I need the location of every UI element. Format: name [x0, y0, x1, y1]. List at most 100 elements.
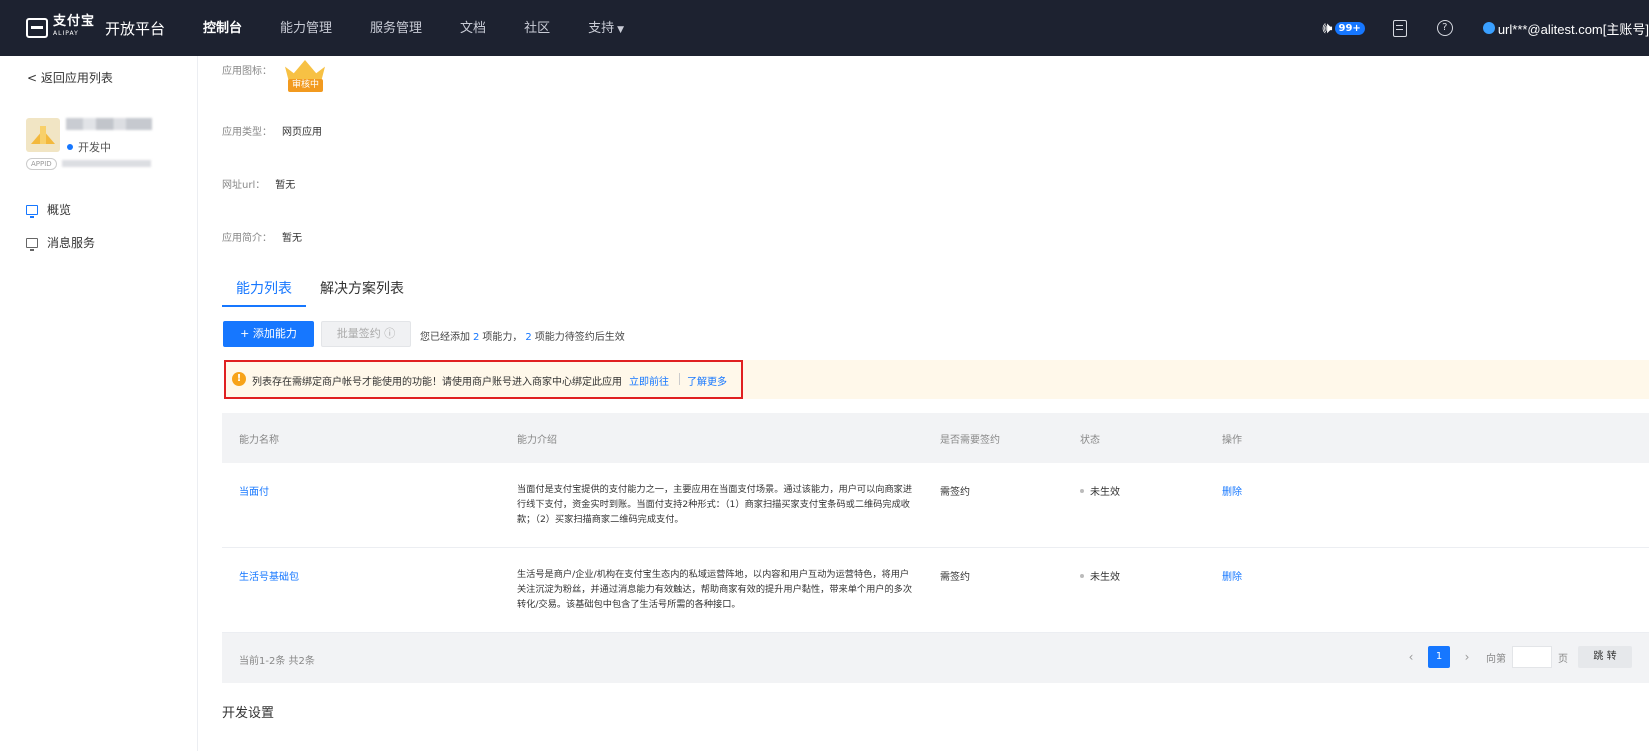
column-header: 是否需要签约 — [940, 435, 1000, 446]
monitor-icon — [26, 204, 38, 218]
back-to-app-list[interactable]: < 返回应用列表 — [27, 69, 113, 86]
alipay-logo-icon — [26, 18, 48, 38]
warning-icon: ! — [232, 372, 246, 386]
appid-redacted — [62, 160, 151, 167]
table-row: 生活号基础包 生活号是商户/企业/机构在支付宝生态内的私域运营阵地，以内容和用户… — [222, 548, 1649, 633]
app-status: 开发中 — [67, 139, 111, 155]
review-status-tag: 审核中 — [288, 79, 323, 92]
tab-capability-list[interactable]: 能力列表 — [222, 278, 306, 307]
table-header: 能力名称 能力介绍 是否需要签约 状态 操作 — [222, 413, 1649, 463]
page-1-button[interactable]: 1 — [1428, 646, 1450, 668]
page-number-input[interactable] — [1512, 646, 1552, 668]
sign-required: 需签约 — [940, 572, 970, 583]
section-title: 开发设置 — [222, 706, 275, 721]
monitor-icon — [26, 237, 38, 251]
status-dot-icon — [1080, 574, 1084, 578]
intro-field: 应用简介： 暂无 — [222, 229, 302, 244]
speaker-icon: 🕪 — [1322, 18, 1333, 37]
notification-badge: 99+ — [1334, 21, 1365, 35]
sidebar-item-overview[interactable]: 概览 — [26, 201, 71, 218]
sidebar: < 返回应用列表 开发中 APPID 概览 消息服务 — [0, 56, 198, 751]
notice-text: 列表存在需绑定商户帐号才能使用的功能！请使用商户账号进入商家中心绑定此应用 — [252, 377, 622, 388]
sidebar-item-label: 消息服务 — [47, 236, 96, 250]
top-navbar: 支付宝 ALIPAY 开放平台 控制台 能力管理 服务管理 文档 社区 支持 ▼ … — [0, 0, 1649, 56]
user-account[interactable]: url***@alitest.com[主账号] — [1498, 19, 1649, 38]
alipay-logo[interactable]: 支付宝 ALIPAY 开放平台 — [26, 14, 166, 40]
prev-page-icon[interactable]: ‹ — [1402, 650, 1420, 664]
table-footer: 当前1-2条 共2条 ‹ 1 › 向第 页 跳 转 — [222, 633, 1649, 683]
app-type-value: 网页应用 — [282, 127, 322, 138]
sidebar-item-message-service[interactable]: 消息服务 — [26, 234, 95, 251]
status-text: 未生效 — [1090, 572, 1120, 583]
notice-banner: ! 列表存在需绑定商户帐号才能使用的功能！请使用商户账号进入商家中心绑定此应用 … — [224, 360, 1649, 399]
summary-count-pending: 2 — [525, 332, 532, 343]
app-status-text: 开发中 — [78, 141, 111, 154]
nav-support-label: 支持 — [588, 21, 615, 36]
app-name-redacted — [66, 118, 152, 130]
app-icon-field: 应用图标： — [222, 62, 272, 77]
notification-button[interactable]: 🕪 99+ — [1322, 18, 1365, 38]
app-icon-label: 应用图标： — [222, 66, 272, 77]
app-avatar — [26, 118, 60, 152]
column-header: 能力介绍 — [517, 435, 557, 446]
url-field: 网址url： 暂无 — [222, 176, 295, 191]
nav-capability[interactable]: 能力管理 — [261, 0, 351, 56]
capability-name-link[interactable]: 当面付 — [239, 483, 269, 498]
app-type-field: 应用类型： 网页应用 — [222, 123, 322, 138]
main-nav: 控制台 能力管理 服务管理 文档 社区 支持 ▼ — [190, 0, 643, 56]
batch-sign-button[interactable]: 批量签约 ⓘ — [321, 321, 411, 347]
next-page-icon[interactable]: › — [1458, 650, 1476, 664]
learn-more-link[interactable]: 了解更多 — [687, 373, 727, 388]
capability-name-link[interactable]: 生活号基础包 — [239, 568, 299, 583]
user-avatar-icon[interactable] — [1482, 22, 1495, 34]
add-capability-button[interactable]: + 添加能力 — [223, 321, 314, 347]
sidebar-item-label: 概览 — [47, 203, 72, 217]
url-label: 网址url： — [222, 180, 266, 191]
table-row: 当面付 当面付是支付宝提供的支付能力之一，主要应用在当面支付场景。通过该能力，用… — [222, 463, 1649, 548]
caret-down-icon: ▼ — [617, 25, 625, 35]
summary-count-added: 2 — [473, 332, 480, 343]
status-text: 未生效 — [1090, 487, 1120, 498]
capability-description: 当面付是支付宝提供的支付能力之一，主要应用在当面支付场景。通过该能力，用户可以向… — [517, 484, 913, 525]
summary-text: 您已经添加 — [420, 332, 470, 343]
nav-docs[interactable]: 文档 — [441, 0, 505, 56]
delete-link[interactable]: 删除 — [1222, 483, 1242, 498]
divider — [679, 373, 680, 385]
nav-service[interactable]: 服务管理 — [351, 0, 441, 56]
document-icon[interactable] — [1392, 19, 1407, 37]
delete-link[interactable]: 删除 — [1222, 568, 1242, 583]
goto-suffix: 页 — [1558, 653, 1568, 665]
capability-table: 能力名称 能力介绍 是否需要签约 状态 操作 当面付 当面付是支付宝提供的支付能… — [222, 413, 1649, 683]
tab-solution-list[interactable]: 解决方案列表 — [306, 278, 418, 307]
main-content: 应用图标： 审核中 应用类型： 网页应用 网址url： 暂无 应用简介： 暂无 能力列… — [198, 56, 1649, 751]
sign-required: 需签约 — [940, 487, 970, 498]
summary-text: 项能力， — [482, 332, 523, 343]
intro-label: 应用简介： — [222, 233, 272, 244]
summary-text: 项能力待签约后生效 — [534, 332, 625, 343]
help-icon[interactable]: ? — [1436, 20, 1453, 36]
goto-label: 向第 — [1486, 653, 1506, 665]
logo-sub: ALIPAY — [53, 30, 79, 37]
platform-name: 开放平台 — [105, 19, 166, 38]
status-dot-icon — [67, 144, 73, 150]
total-count: 当前1-2条 共2条 — [239, 656, 315, 667]
url-value: 暂无 — [275, 180, 296, 191]
appid-tag: APPID — [26, 158, 57, 170]
app-icon: 审核中 — [283, 56, 327, 94]
tabs: 能力列表 解决方案列表 — [222, 278, 418, 307]
column-header: 操作 — [1222, 435, 1242, 446]
goto-button[interactable]: 跳 转 — [1578, 646, 1632, 668]
column-header: 能力名称 — [239, 435, 279, 446]
capability-status: 未生效 — [1080, 483, 1120, 498]
go-now-link[interactable]: 立即前往 — [629, 373, 669, 388]
logo-text: 支付宝 — [53, 14, 96, 29]
app-type-label: 应用类型： — [222, 127, 272, 138]
nav-console[interactable]: 控制台 — [190, 0, 261, 56]
intro-value: 暂无 — [282, 233, 302, 244]
nav-support[interactable]: 支持 ▼ — [569, 0, 643, 56]
pagination: ‹ 1 › 向第 页 跳 转 — [1402, 646, 1632, 668]
capability-summary: 您已经添加 2 项能力， 2 项能力待签约后生效 — [420, 328, 625, 343]
capability-description: 生活号是商户/企业/机构在支付宝生态内的私域运营阵地，以内容和用户互动为运营特色… — [517, 569, 913, 610]
nav-community[interactable]: 社区 — [505, 0, 569, 56]
status-dot-icon — [1080, 489, 1084, 493]
